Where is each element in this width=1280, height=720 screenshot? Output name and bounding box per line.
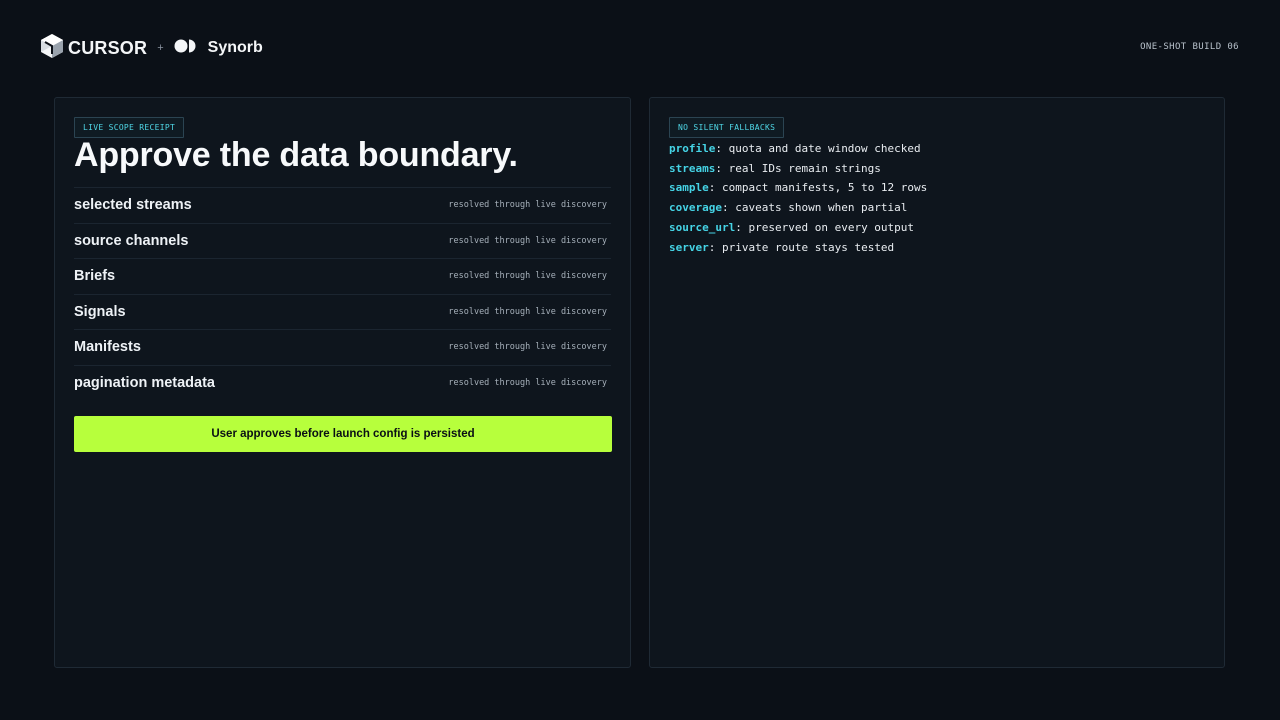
synorb-logo: Synorb — [174, 38, 263, 59]
fallback-key: source_url — [669, 220, 736, 234]
page-title: Approve the data boundary. — [74, 136, 518, 174]
brand-lockup: CURSOR + Synorb — [40, 33, 263, 64]
scope-row-status: resolved through live discovery — [448, 235, 607, 246]
fallback-key: coverage — [669, 201, 722, 215]
fallback-key: server — [669, 240, 709, 254]
fallback-key: sample — [669, 181, 709, 195]
fallback-key: profile — [669, 142, 716, 155]
scope-row: Manifests resolved through live discover… — [74, 329, 611, 365]
scope-row-label: Briefs — [74, 268, 116, 285]
cursor-logo: CURSOR — [40, 33, 147, 64]
fallback-line: coverage: caveats shown when partial — [669, 198, 927, 218]
scope-row-label: Manifests — [74, 339, 141, 356]
fallback-value: : private route stays tested — [708, 240, 895, 254]
fallback-value: : real IDs remain strings — [715, 161, 881, 175]
scope-row: selected streams resolved through live d… — [74, 187, 611, 223]
build-tag: ONE-SHOT BUILD 06 — [1140, 42, 1239, 52]
fallback-line: sample: compact manifests, 5 to 12 rows — [669, 178, 927, 198]
scope-row-label: Signals — [74, 303, 126, 320]
scope-row: Signals resolved through live discovery — [74, 293, 611, 330]
fallback-line: profile: quota and date window checked — [669, 139, 927, 159]
fallback-key: streams — [669, 161, 716, 175]
scope-list: selected streams resolved through live d… — [74, 187, 611, 400]
scope-row-status: resolved through live discovery — [448, 342, 607, 353]
scope-row-label: source channels — [74, 232, 189, 249]
cursor-cube-icon — [40, 33, 64, 64]
scope-row-status: resolved through live discovery — [448, 377, 607, 388]
scope-row-label: pagination metadata — [74, 374, 215, 391]
top-bar: CURSOR + Synorb ONE-SHOT BUILD 06 — [0, 0, 1280, 94]
scope-row-status: resolved through live discovery — [448, 200, 607, 211]
fallbacks-list: profile: quota and date window checked s… — [669, 139, 927, 257]
fallback-line: server: private route stays tested — [669, 238, 927, 258]
approve-button[interactable]: User approves before launch config is pe… — [74, 416, 612, 452]
scope-receipt-card: LIVE SCOPE RECEIPT Approve the data boun… — [54, 97, 631, 668]
scope-row-label: selected streams — [74, 197, 192, 214]
fallbacks-chip: NO SILENT FALLBACKS — [669, 117, 785, 138]
fallback-value: : compact manifests, 5 to 12 rows — [708, 181, 928, 195]
cursor-wordmark: CURSOR — [68, 37, 148, 58]
plus-separator: + — [157, 42, 164, 54]
scope-row: pagination metadata resolved through liv… — [74, 364, 611, 401]
fallback-value: : quota and date window checked — [715, 142, 921, 155]
fallback-line: source_url: preserved on every output — [669, 218, 927, 238]
scope-chip: LIVE SCOPE RECEIPT — [74, 117, 185, 138]
fallback-value: : preserved on every output — [735, 220, 915, 234]
synorb-wordmark: Synorb — [207, 39, 263, 56]
fallback-value: : caveats shown when partial — [721, 201, 908, 215]
synorb-orb-icon — [174, 38, 198, 59]
scope-row: source channels resolved through live di… — [74, 222, 611, 259]
fallbacks-card: NO SILENT FALLBACKS profile: quota and d… — [649, 97, 1225, 668]
scope-row-status: resolved through live discovery — [448, 306, 607, 317]
scope-row-status: resolved through live discovery — [448, 271, 607, 282]
scope-row: Briefs resolved through live discovery — [74, 258, 611, 294]
fallback-line: streams: real IDs remain strings — [669, 159, 927, 179]
